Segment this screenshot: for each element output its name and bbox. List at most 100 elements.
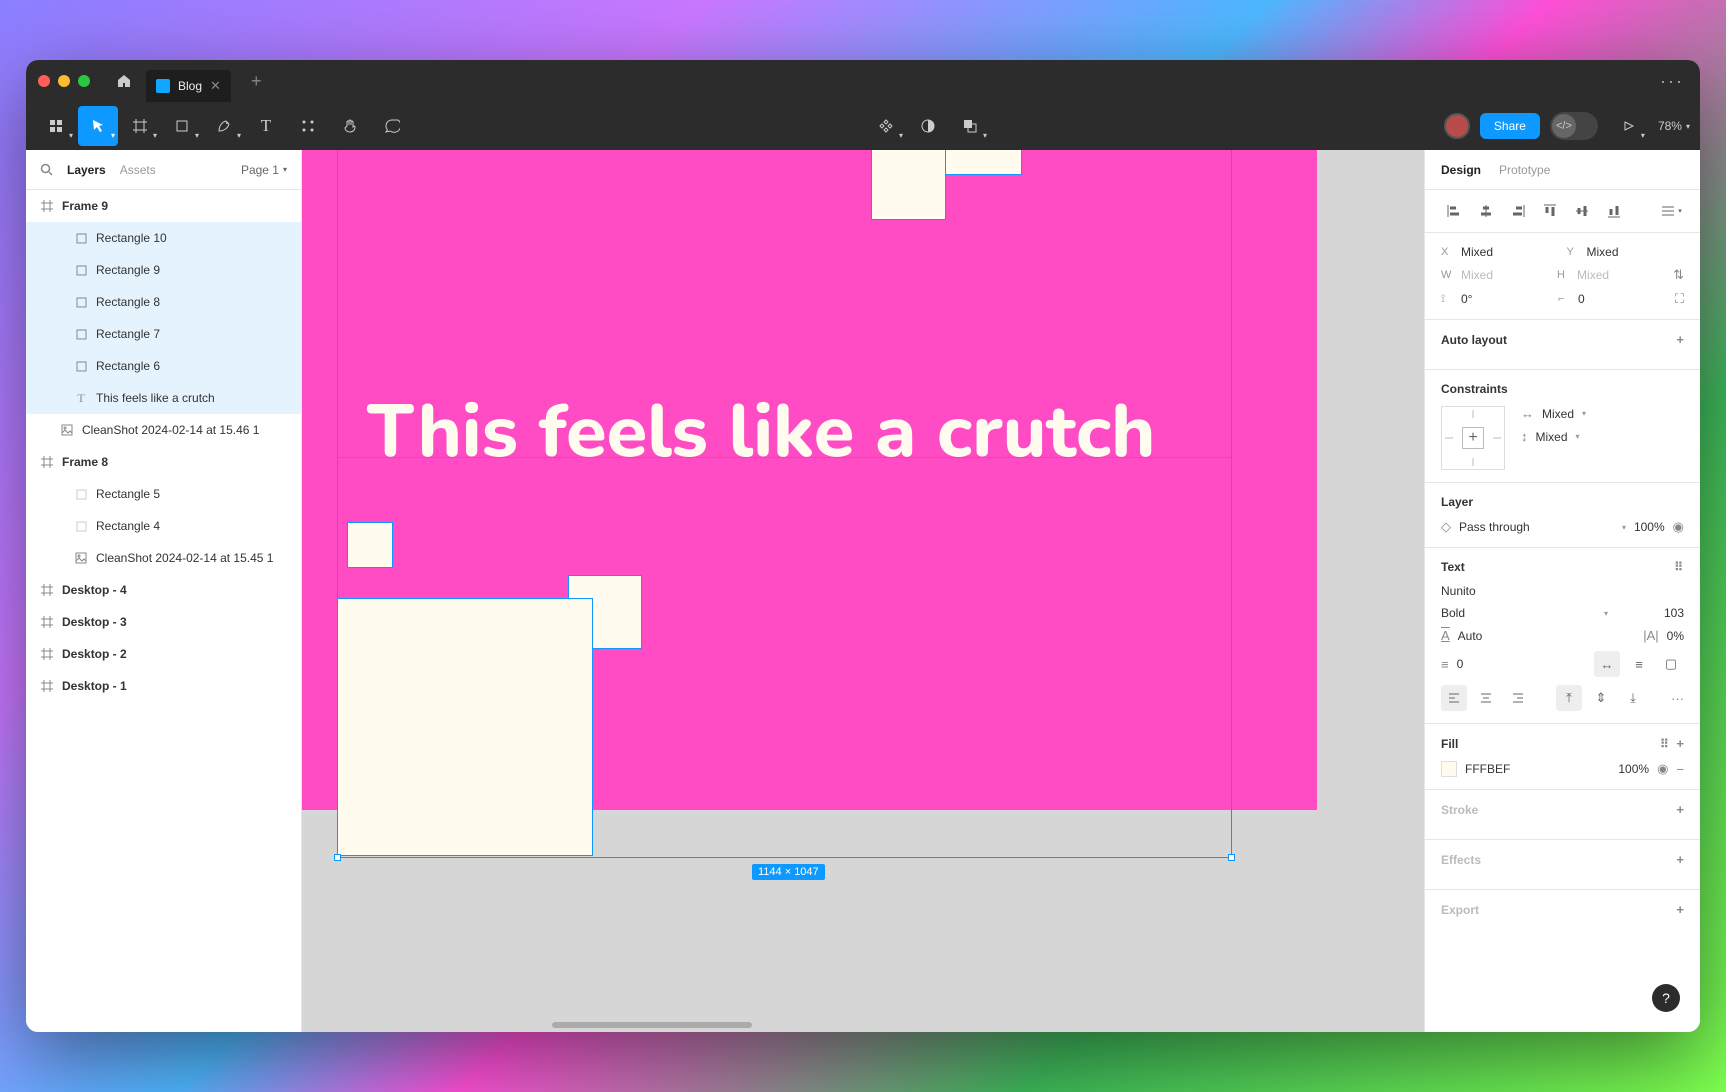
fixed-size-icon[interactable]: ▢ xyxy=(1658,651,1684,677)
more-menu-icon[interactable]: ··· xyxy=(1660,71,1684,92)
blend-mode-value[interactable]: Pass through xyxy=(1459,520,1614,534)
fill-styles-icon[interactable]: ⠿ xyxy=(1660,737,1670,751)
y-value[interactable]: Mixed xyxy=(1587,245,1685,259)
shape-tool-button[interactable]: ▾ xyxy=(162,106,202,146)
distribute-icon[interactable]: ▾ xyxy=(1658,198,1684,224)
radius-expand-icon[interactable]: ⛶ xyxy=(1675,291,1684,307)
layer-item[interactable]: Rectangle 5 xyxy=(26,478,301,510)
move-tool-button[interactable]: ▾ xyxy=(78,106,118,146)
close-tab-icon[interactable]: ✕ xyxy=(210,78,221,94)
assets-tab[interactable]: Assets xyxy=(120,163,156,177)
home-button[interactable] xyxy=(110,67,138,95)
zoom-dropdown[interactable]: 78%▾ xyxy=(1658,119,1690,133)
layer-item[interactable]: Frame 9 xyxy=(26,190,301,222)
layer-item[interactable]: CleanShot 2024-02-14 at 15.46 1 xyxy=(26,414,301,446)
frame-tool-button[interactable]: ▾ xyxy=(120,106,160,146)
fill-visibility-icon[interactable]: ◉ xyxy=(1657,761,1668,777)
align-right-icon[interactable] xyxy=(1505,198,1531,224)
text-valign-bottom-icon[interactable]: ⤓ xyxy=(1620,685,1646,711)
text-valign-middle-icon[interactable]: ⇕ xyxy=(1588,685,1614,711)
design-tab[interactable]: Design xyxy=(1441,163,1481,177)
text-align-center-icon[interactable] xyxy=(1473,685,1499,711)
align-left-icon[interactable] xyxy=(1441,198,1467,224)
align-bottom-icon[interactable] xyxy=(1601,198,1627,224)
paragraph-spacing-value[interactable]: 0 xyxy=(1457,657,1586,671)
layer-item[interactable]: Desktop - 1 xyxy=(26,670,301,702)
w-value[interactable]: Mixed xyxy=(1461,268,1549,282)
text-align-right-icon[interactable] xyxy=(1505,685,1531,711)
new-tab-button[interactable]: + xyxy=(251,71,262,92)
line-height-value[interactable]: Auto xyxy=(1458,629,1636,643)
mask-button[interactable] xyxy=(908,106,948,146)
h-constraint-value[interactable]: Mixed xyxy=(1542,407,1574,421)
rotation-value[interactable]: 0° xyxy=(1461,292,1550,306)
font-weight-value[interactable]: Bold xyxy=(1441,606,1596,620)
font-family-value[interactable]: Nunito xyxy=(1441,584,1476,598)
auto-width-icon[interactable]: ↔ xyxy=(1594,651,1620,677)
layer-item[interactable]: CleanShot 2024-02-14 at 15.45 1 xyxy=(26,542,301,574)
visibility-icon[interactable]: ◉ xyxy=(1673,519,1684,535)
share-button[interactable]: Share xyxy=(1480,113,1540,139)
radius-value[interactable]: 0 xyxy=(1578,292,1667,306)
text-styles-icon[interactable]: ⠿ xyxy=(1674,560,1684,574)
maximize-window[interactable] xyxy=(78,75,90,87)
present-button[interactable]: ▾ xyxy=(1608,106,1648,146)
add-export-icon[interactable]: + xyxy=(1676,902,1684,917)
text-align-left-icon[interactable] xyxy=(1441,685,1467,711)
page-selector[interactable]: Page 1▾ xyxy=(241,163,287,177)
layer-item[interactable]: Rectangle 8 xyxy=(26,286,301,318)
help-button[interactable]: ? xyxy=(1652,984,1680,1012)
text-more-icon[interactable]: ··· xyxy=(1671,691,1684,706)
layer-item[interactable]: Rectangle 10 xyxy=(26,222,301,254)
remove-fill-icon[interactable]: − xyxy=(1676,762,1684,777)
user-avatar[interactable] xyxy=(1444,113,1470,139)
layers-tab[interactable]: Layers xyxy=(67,163,106,177)
fill-opacity-value[interactable]: 100% xyxy=(1618,762,1649,776)
resources-button[interactable] xyxy=(288,106,328,146)
rect-o-icon xyxy=(74,489,88,500)
minimize-window[interactable] xyxy=(58,75,70,87)
layer-item[interactable]: Desktop - 3 xyxy=(26,606,301,638)
layer-item[interactable]: Rectangle 4 xyxy=(26,510,301,542)
text-tool-button[interactable]: T xyxy=(246,106,286,146)
comment-tool-button[interactable] xyxy=(372,106,412,146)
add-effect-icon[interactable]: + xyxy=(1676,852,1684,867)
text-valign-top-icon[interactable]: ⤒ xyxy=(1556,685,1582,711)
layer-item[interactable]: Rectangle 7 xyxy=(26,318,301,350)
h-value[interactable]: Mixed xyxy=(1577,268,1665,282)
close-window[interactable] xyxy=(38,75,50,87)
main-menu-button[interactable]: ▾ xyxy=(36,106,76,146)
search-icon[interactable] xyxy=(40,163,53,176)
prototype-tab[interactable]: Prototype xyxy=(1499,163,1550,177)
align-vcenter-icon[interactable] xyxy=(1569,198,1595,224)
x-value[interactable]: Mixed xyxy=(1461,245,1559,259)
layer-item[interactable]: Desktop - 2 xyxy=(26,638,301,670)
file-tab[interactable]: Blog ✕ xyxy=(146,70,231,102)
dev-mode-toggle[interactable]: </> xyxy=(1550,112,1598,140)
canvas[interactable]: This feels like a crutch 1144 × 1047 xyxy=(302,150,1424,1032)
pen-tool-button[interactable]: ▾ xyxy=(204,106,244,146)
add-stroke-icon[interactable]: + xyxy=(1676,802,1684,817)
layer-item[interactable]: Desktop - 4 xyxy=(26,574,301,606)
layer-item[interactable]: Rectangle 6 xyxy=(26,350,301,382)
component-button[interactable]: ▾ xyxy=(866,106,906,146)
font-size-value[interactable]: 103 xyxy=(1664,606,1684,620)
fill-swatch[interactable] xyxy=(1441,761,1457,777)
layer-item[interactable]: Rectangle 9 xyxy=(26,254,301,286)
layer-item[interactable]: TThis feels like a crutch xyxy=(26,382,301,414)
boolean-button[interactable]: ▾ xyxy=(950,106,990,146)
horizontal-scrollbar[interactable] xyxy=(552,1022,752,1028)
letter-spacing-value[interactable]: 0% xyxy=(1667,629,1684,643)
add-fill-icon[interactable]: + xyxy=(1676,736,1684,751)
v-constraint-value[interactable]: Mixed xyxy=(1536,430,1568,444)
align-top-icon[interactable] xyxy=(1537,198,1563,224)
constraints-diagram[interactable]: + xyxy=(1441,406,1505,470)
opacity-value[interactable]: 100% xyxy=(1634,520,1665,534)
layer-item[interactable]: Frame 8 xyxy=(26,446,301,478)
constrain-proportions-icon[interactable]: ⇅ xyxy=(1673,267,1684,283)
auto-height-icon[interactable]: ≡ xyxy=(1626,651,1652,677)
align-hcenter-icon[interactable] xyxy=(1473,198,1499,224)
add-autolayout-icon[interactable]: + xyxy=(1676,332,1684,347)
fill-hex-value[interactable]: FFFBEF xyxy=(1465,762,1610,776)
hand-tool-button[interactable] xyxy=(330,106,370,146)
